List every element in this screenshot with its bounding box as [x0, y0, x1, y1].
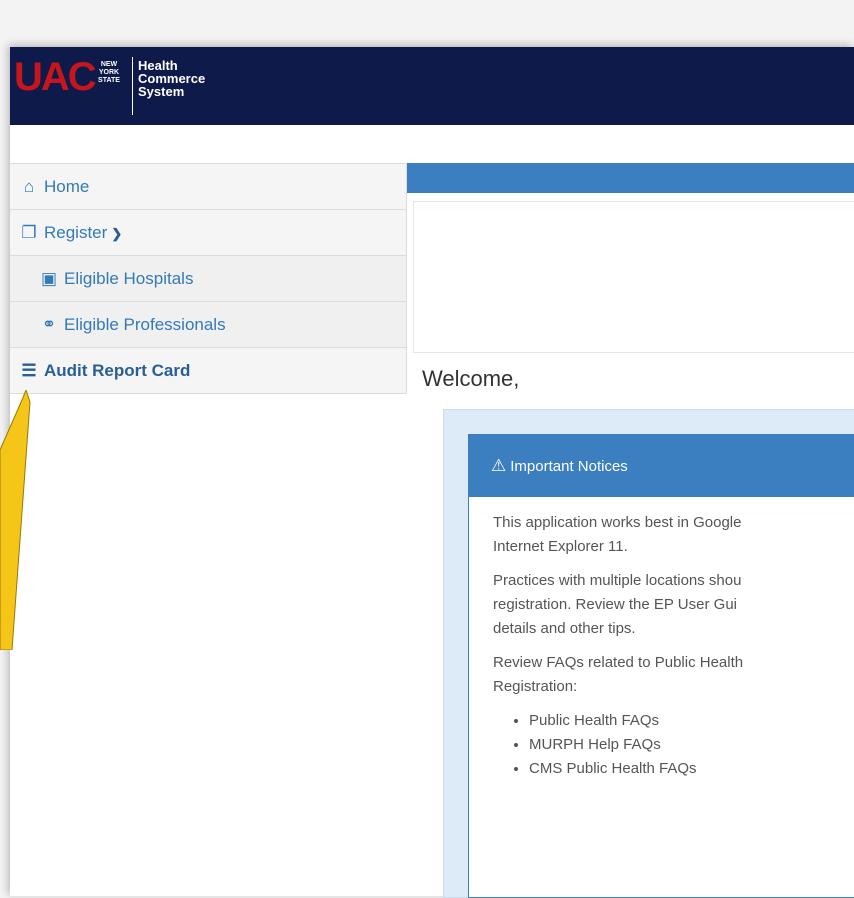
notice-paragraph: This application works best in Google In… — [493, 514, 742, 555]
notice-paragraph: Review FAQs related to Public Health Reg… — [493, 654, 744, 695]
notices-header: ⚠ Important Notices — [469, 435, 854, 497]
stethoscope-icon: ⚭ — [41, 315, 57, 334]
content-header-bar — [407, 163, 854, 193]
chevron-down-icon: ❯ — [111, 226, 123, 241]
app-header: UAC NEW YORK STATE Health Commerce Syste… — [10, 47, 854, 125]
hcs-logo: Health Commerce System — [138, 58, 206, 99]
sidebar-item-label: Eligible Hospitals — [64, 269, 194, 288]
nys-logo: NEW YORK STATE — [98, 61, 120, 84]
notices-title: Important Notices — [510, 458, 628, 475]
sidebar-item-label: Audit Report Card — [44, 361, 191, 380]
sidebar-item-eligible-professionals[interactable]: ⚭ Eligible Professionals — [10, 302, 407, 348]
notices-body: This application works best in Google In… — [469, 497, 854, 781]
sidebar-item-audit-report-card[interactable]: ☰ Audit Report Card — [10, 348, 407, 394]
content-panel — [413, 201, 854, 353]
sidebar-item-eligible-hospitals[interactable]: ▣ Eligible Hospitals — [10, 256, 407, 302]
logo-divider — [132, 57, 133, 115]
faq-link-public-health[interactable]: Public Health FAQs — [529, 709, 854, 733]
warning-icon: ⚠ — [491, 456, 507, 475]
faq-link-cms-public-health[interactable]: CMS Public Health FAQs — [529, 757, 854, 781]
home-icon: ⌂ — [23, 177, 35, 196]
sidebar-item-home[interactable]: ⌂ Home — [10, 164, 407, 210]
yellow-arrow-annotation — [0, 390, 31, 650]
hospital-icon: ▣ — [40, 269, 58, 288]
welcome-text: Welcome, — [422, 366, 520, 391]
notice-paragraph: Practices with multiple locations shou r… — [493, 572, 742, 637]
sidebar-nav: ⌂ Home ❐ Register ❯ ▣ Eligible Hospitals ⚭ El… — [10, 163, 407, 394]
faq-link-murph-help[interactable]: MURPH Help FAQs — [529, 733, 854, 757]
sidebar-item-register[interactable]: ❐ Register ❯ — [10, 210, 407, 256]
sidebar-item-label: Register — [44, 223, 108, 242]
important-notices-panel: ⚠ Important Notices This application work… — [468, 434, 854, 898]
sidebar-item-label: Home — [44, 177, 90, 196]
register-icon: ❐ — [21, 223, 37, 242]
faq-link-list: Public Health FAQs MURPH Help FAQs CMS P… — [493, 709, 854, 781]
list-icon: ☰ — [21, 361, 37, 380]
uac-logo[interactable]: UAC — [14, 57, 97, 97]
sidebar-item-label: Eligible Professionals — [64, 315, 226, 334]
